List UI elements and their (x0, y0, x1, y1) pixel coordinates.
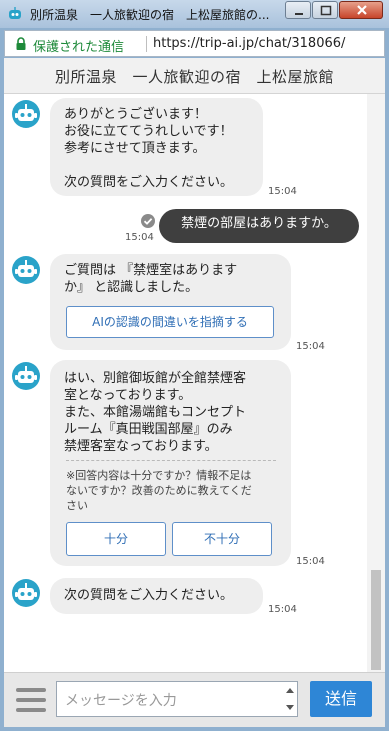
message-line: 参考にさせて頂きます。 (64, 141, 206, 156)
bot-message-bubble: ありがとうございます！ お役に立ててうれしいです！ 参考にさせて頂きます。 次の… (50, 98, 263, 196)
close-icon (357, 5, 367, 15)
message-time: 15:04 (268, 604, 297, 615)
menu-icon[interactable] (16, 687, 46, 713)
title-bar: 別所温泉 一人旅歓迎の宿 上松屋旅館の... (0, 0, 389, 28)
user-message-bubble: 禁煙の部屋はありますか。 (159, 209, 359, 243)
feedback-note: ※回答内容は十分ですか？情報不足は ないですか？改善のために教えてくだ さい (66, 468, 252, 513)
sufficient-button[interactable]: 十分 (66, 522, 166, 556)
message-input[interactable]: メッセージを入力 (56, 681, 298, 717)
robot-app-icon (9, 7, 21, 19)
message-line: はい、別館御坂館が全館禁煙客 (64, 371, 247, 386)
url-separator (146, 36, 147, 52)
browser-window: 別所温泉 一人旅歓迎の宿 上松屋旅館の... 保護された通信 https://t… (0, 0, 389, 731)
insufficient-button[interactable]: 不十分 (172, 522, 272, 556)
send-button[interactable]: 送信 (310, 681, 372, 717)
minimize-button[interactable] (285, 1, 311, 19)
message-line: また、本館湯端館もコンセプト (64, 405, 247, 420)
message-line: ありがとうございます！ (64, 107, 208, 122)
maximize-icon (320, 5, 332, 16)
scrollbar-thumb[interactable] (371, 570, 381, 670)
message-line: 次の質問をご入力ください。 (64, 588, 234, 603)
read-check-icon (141, 214, 155, 228)
note-line: さい (66, 499, 88, 512)
report-misrecognition-button[interactable]: AIの認識の間違いを指摘する (66, 306, 274, 338)
robot-avatar-icon (12, 579, 40, 607)
note-line: ※回答内容は十分ですか？情報不足は (66, 469, 252, 482)
chat-scrollbar[interactable] (367, 94, 385, 672)
address-bar[interactable]: 保護された通信 https://trip-ai.jp/chat/318066/ (4, 30, 385, 57)
message-line: ご質問は 『禁煙室はあります (64, 263, 238, 278)
robot-avatar-icon (12, 256, 40, 284)
robot-avatar-icon (12, 362, 40, 390)
message-line: か』 と認識しました。 (64, 280, 199, 295)
message-time: 15:04 (125, 232, 154, 243)
message-line: 次の質問をご入力ください。 (64, 175, 234, 190)
message-line (64, 157, 263, 174)
secure-label: 保護された通信 (33, 40, 125, 55)
url-text[interactable]: https://trip-ai.jp/chat/318066/ (153, 36, 345, 51)
maximize-button[interactable] (312, 1, 338, 19)
page-title: 別所温泉 一人旅歓迎の宿 上松屋旅館 (54, 68, 334, 86)
lock-icon (16, 37, 26, 50)
window-title: 別所温泉 一人旅歓迎の宿 上松屋旅館の... (30, 8, 270, 22)
bot-message-bubble: 次の質問をご入力ください。 (50, 578, 263, 614)
window-border (0, 727, 389, 731)
input-spinner-icon[interactable] (284, 683, 296, 715)
message-time: 15:04 (296, 556, 325, 567)
message-time: 15:04 (296, 341, 325, 352)
note-line: ないですか？改善のために教えてくだ (66, 484, 252, 497)
chat-log[interactable]: ありがとうございます！ お役に立ててうれしいです！ 参考にさせて頂きます。 次の… (4, 94, 367, 672)
message-line: ルーム『真田戦国部屋』のみ (64, 422, 233, 437)
divider (66, 460, 276, 461)
robot-avatar-icon (12, 100, 40, 128)
message-line: 禁煙客室なっております。 (64, 439, 218, 454)
message-line: お役に立ててうれしいです！ (64, 124, 233, 139)
chat-footer: メッセージを入力 送信 (4, 672, 385, 727)
minimize-icon (295, 13, 303, 15)
chat-header: 別所温泉 一人旅歓迎の宿 上松屋旅館 (4, 58, 385, 94)
close-button[interactable] (339, 1, 383, 19)
chat-page: 別所温泉 一人旅歓迎の宿 上松屋旅館 ありがとうございます！ お役に立ててうれし… (4, 58, 385, 727)
message-line: 室となっております。 (64, 388, 192, 403)
message-time: 15:04 (268, 186, 297, 197)
